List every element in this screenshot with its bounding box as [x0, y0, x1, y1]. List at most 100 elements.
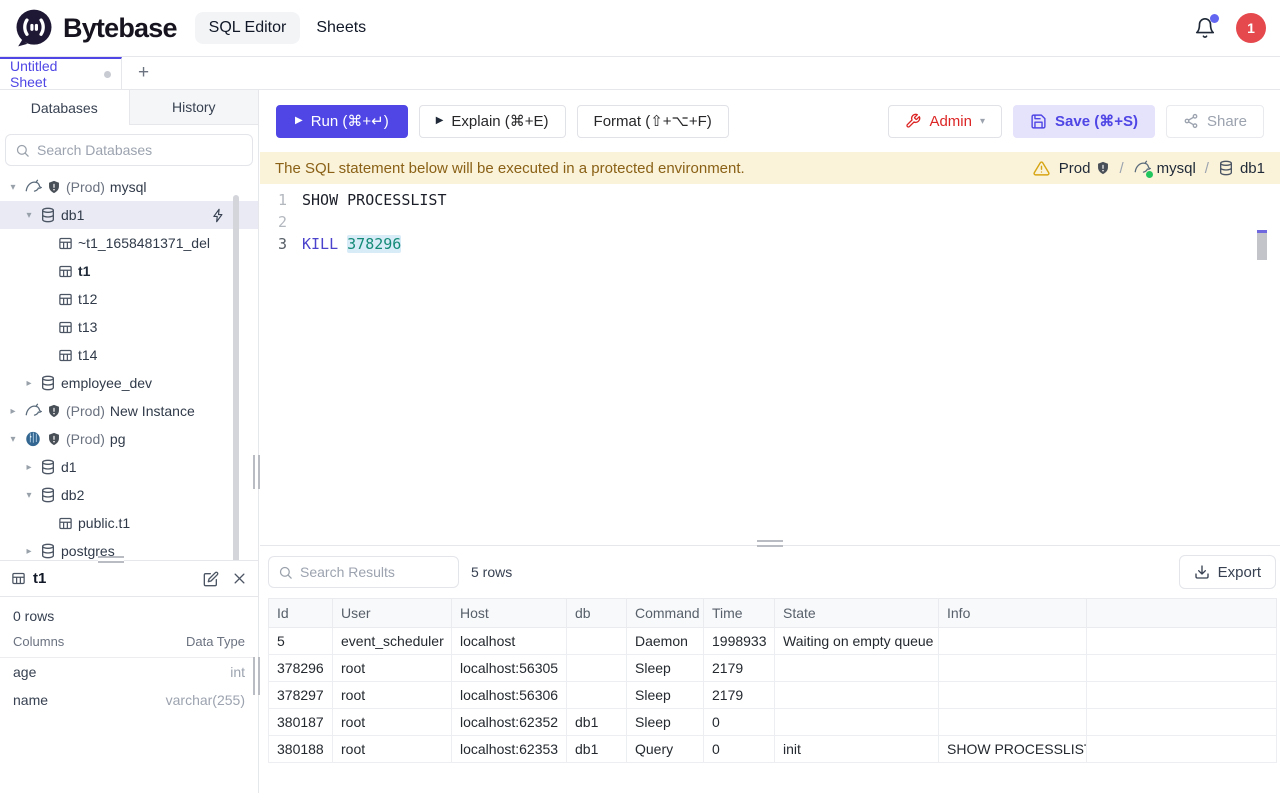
schema-rows-count: 0 rows [0, 597, 258, 626]
database-icon [40, 207, 56, 223]
tab-untitled-sheet[interactable]: Untitled Sheet [0, 57, 122, 89]
tree-item-label: t14 [78, 347, 97, 363]
sidebar-scrollbar-thumb[interactable] [233, 195, 239, 580]
schema-panel-resize-handle-vertical[interactable] [253, 657, 260, 695]
tree-item-label: New Instance [110, 403, 195, 419]
tree-item-t13[interactable]: t13 [0, 313, 258, 341]
results-row-count: 5 rows [471, 564, 512, 580]
tree-item-db2[interactable]: ▾db2 [0, 481, 258, 509]
table-cell [567, 655, 627, 682]
column-name: name [13, 692, 48, 708]
table-cell: Waiting on empty queue [775, 628, 939, 655]
table-row[interactable]: 380188rootlocalhost:62353db1Query0initSH… [269, 736, 1277, 763]
run-button[interactable]: ▶ Run (⌘+↵) [276, 105, 408, 138]
results-table: IdUserHostdbCommandTimeStateInfo5event_s… [268, 598, 1277, 763]
table-cell [1087, 709, 1277, 736]
environment-prefix: (Prod) [66, 179, 105, 195]
table-cell: localhost:56305 [452, 655, 567, 682]
schema-columns-list: ageintnamevarchar(255) [0, 658, 258, 714]
explain-button[interactable]: ▶ Explain (⌘+E) [419, 105, 566, 138]
tab-databases[interactable]: Databases [0, 90, 129, 125]
table-cell: 5 [269, 628, 333, 655]
database-searchbox[interactable] [5, 134, 253, 166]
table-row[interactable]: 378296rootlocalhost:56305Sleep2179 [269, 655, 1277, 682]
export-button[interactable]: Export [1179, 555, 1276, 589]
table-cell: Daemon [627, 628, 704, 655]
wrench-icon [905, 113, 921, 129]
table-row[interactable]: 5event_schedulerlocalhostDaemon1998933Wa… [269, 628, 1277, 655]
chevron-right-icon[interactable]: ▸ [23, 546, 35, 557]
tree-item-t1[interactable]: t1 [0, 257, 258, 285]
editor-line-2[interactable]: 2 [260, 211, 1280, 233]
status-dot [1146, 171, 1153, 178]
breadcrumb-database[interactable]: db1 [1218, 160, 1265, 177]
table-cell: event_scheduler [333, 628, 452, 655]
tree-item-db1[interactable]: ▾db1 [0, 201, 258, 229]
tab-history[interactable]: History [129, 90, 259, 125]
notification-dot [1210, 14, 1219, 23]
line-code: KILL 378296 [302, 233, 401, 255]
bell-icon[interactable] [1194, 17, 1216, 39]
line-number: 1 [260, 189, 302, 211]
database-search-input[interactable] [37, 142, 243, 158]
editor-line-3[interactable]: 3KILL 378296 [260, 233, 1280, 255]
tree-item-employee-dev[interactable]: ▸employee_dev [0, 369, 258, 397]
avatar[interactable]: 1 [1236, 13, 1266, 43]
table-row[interactable]: 380187rootlocalhost:62352db1Sleep0 [269, 709, 1277, 736]
tree-item-public-t1[interactable]: public.t1 [0, 509, 258, 537]
breadcrumb-instance[interactable]: mysql [1133, 159, 1196, 177]
brand[interactable]: Bytebase [14, 8, 177, 48]
tree-item-t14[interactable]: t14 [0, 341, 258, 369]
chevron-down-icon[interactable]: ▾ [23, 490, 35, 501]
warning-triangle-icon [1033, 160, 1050, 177]
chevron-down-icon[interactable]: ▾ [23, 210, 35, 221]
table-cell: Sleep [627, 709, 704, 736]
column-header-empty [1087, 599, 1277, 628]
format-button[interactable]: Format (⇧+⌥+F) [577, 105, 729, 138]
table-cell: Sleep [627, 655, 704, 682]
column-type: varchar(255) [166, 692, 245, 708]
chevron-right-icon[interactable]: ▸ [23, 462, 35, 473]
schema-column-headers: Columns Data Type [0, 626, 258, 658]
nav-sheets[interactable]: Sheets [304, 12, 378, 44]
save-icon [1030, 113, 1047, 130]
table-cell: 0 [704, 736, 775, 763]
results-searchbox[interactable] [268, 556, 459, 588]
tree-item-mysql[interactable]: ▾(Prod)mysql [0, 173, 258, 201]
table-cell: Sleep [627, 682, 704, 709]
results-toolbar: 5 rows Export [268, 555, 1276, 589]
admin-mode-button[interactable]: Admin ▾ [888, 105, 1002, 138]
breadcrumb-environment[interactable]: Prod [1059, 160, 1111, 177]
editor-line-1[interactable]: 1SHOW PROCESSLIST [260, 189, 1280, 211]
chevron-right-icon[interactable]: ▸ [7, 406, 19, 417]
results-search-input[interactable] [300, 564, 481, 580]
table-cell: localhost:62352 [452, 709, 567, 736]
chevron-right-icon[interactable]: ▸ [23, 378, 35, 389]
new-sheet-button[interactable]: + [122, 57, 165, 89]
save-button[interactable]: Save (⌘+S) [1013, 105, 1155, 138]
tree-item-new-instance[interactable]: ▸(Prod)New Instance [0, 397, 258, 425]
results-panel-resize-handle[interactable] [757, 540, 783, 547]
tree-item-pg[interactable]: ▾(Prod)pg [0, 425, 258, 453]
table-row[interactable]: 378297rootlocalhost:56306Sleep2179 [269, 682, 1277, 709]
edit-table-icon[interactable] [203, 571, 219, 587]
table-cell: Query [627, 736, 704, 763]
bytebase-sql-editor-app: Bytebase SQL Editor Sheets 1 Untitled Sh… [0, 0, 1280, 793]
tree-item-d1[interactable]: ▸d1 [0, 453, 258, 481]
tree-item--t1-1658481371-del[interactable]: ~t1_1658481371_del [0, 229, 258, 257]
nav-sql-editor[interactable]: SQL Editor [195, 12, 301, 44]
close-icon[interactable] [232, 571, 247, 586]
share-button[interactable]: Share [1166, 105, 1264, 138]
postgres-icon [24, 430, 42, 448]
sql-code-editor[interactable]: 1SHOW PROCESSLIST23KILL 378296 [260, 184, 1280, 545]
table-icon [58, 292, 73, 307]
chevron-down-icon[interactable]: ▾ [7, 434, 19, 445]
search-icon [15, 143, 30, 158]
environment-prefix: (Prod) [66, 431, 105, 447]
sidebar-panel-resize-handle[interactable] [98, 556, 124, 563]
tree-item-t12[interactable]: t12 [0, 285, 258, 313]
chevron-down-icon[interactable]: ▾ [7, 182, 19, 193]
warning-message: The SQL statement below will be executed… [275, 160, 745, 177]
bolt-icon[interactable] [211, 208, 226, 223]
sidebar-resize-handle[interactable] [253, 455, 260, 489]
